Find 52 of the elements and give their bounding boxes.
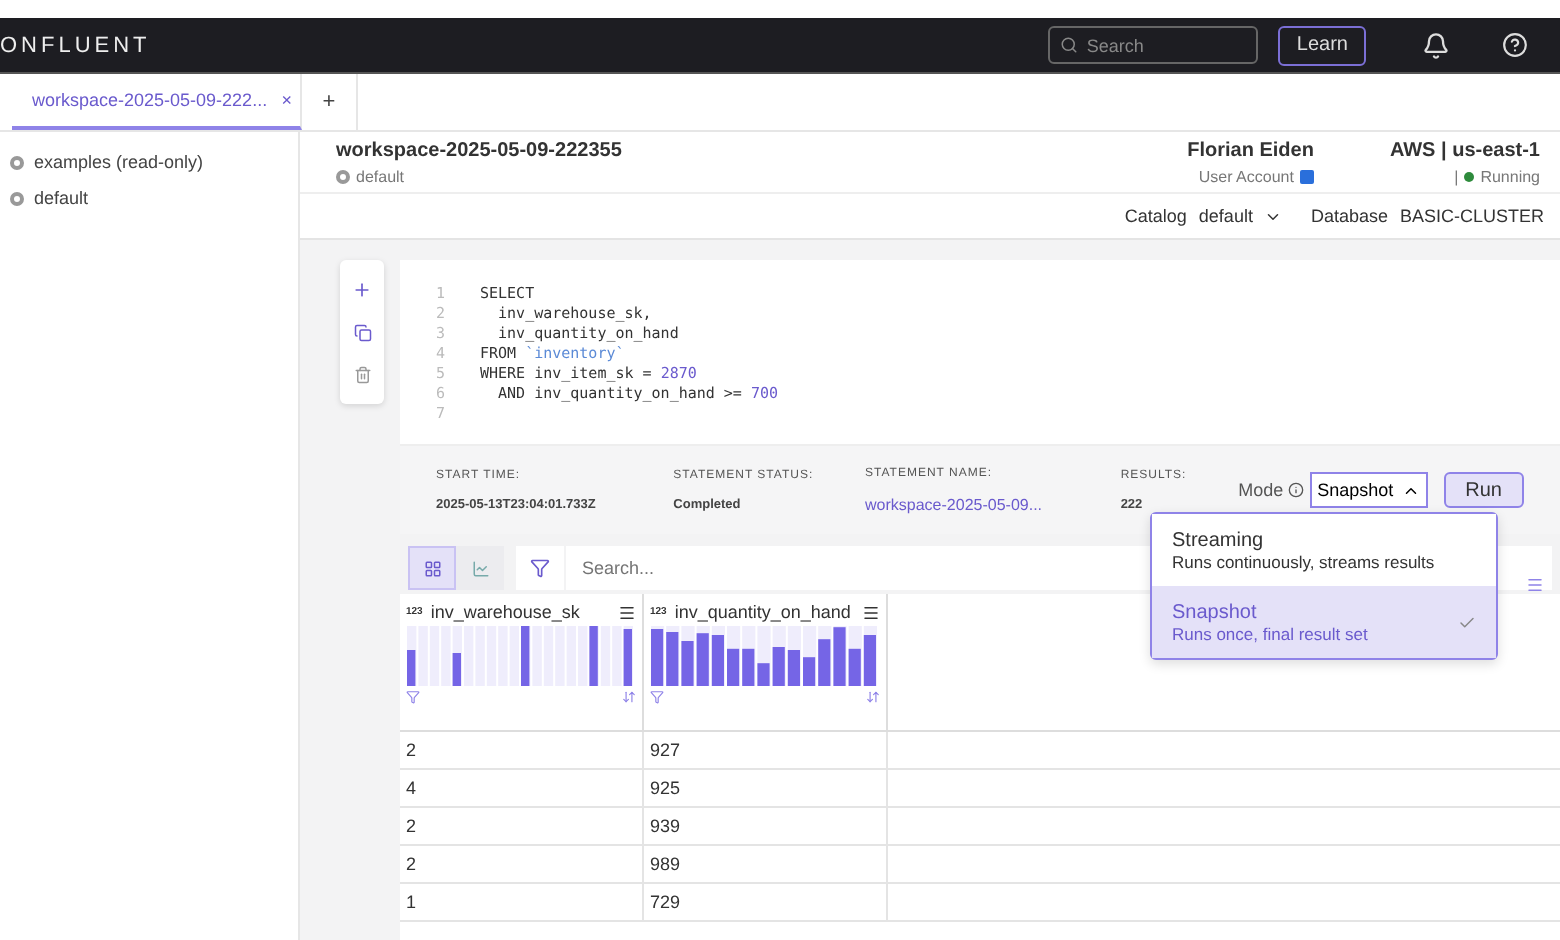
mode-option[interactable]: Streaming Runs continuously, streams results — [1152, 514, 1496, 586]
table-cell: 729 — [644, 884, 888, 920]
sidebar-item[interactable]: default — [10, 188, 288, 208]
region-label: AWS | us-east-1 — [1389, 140, 1540, 162]
table-cell: 2 — [400, 846, 644, 882]
database-label: Database — [1310, 206, 1388, 226]
trash-icon[interactable] — [353, 366, 371, 384]
filter-button[interactable] — [516, 546, 564, 590]
table-cell: 2 — [400, 808, 644, 844]
table-cell: 927 — [644, 732, 888, 768]
search-field[interactable]: Search — [1048, 26, 1259, 64]
catalog-select[interactable]: default — [1198, 206, 1283, 226]
filter-icon[interactable] — [650, 690, 664, 704]
filter-icon — [530, 558, 550, 578]
chart-icon — [471, 559, 489, 577]
search-icon — [1060, 36, 1079, 54]
catalog-label: Catalog — [1124, 206, 1187, 226]
table-view-tab[interactable] — [408, 546, 456, 590]
run-button[interactable]: Run — [1443, 472, 1524, 508]
sidebar-item[interactable]: examples (read-only) — [10, 152, 288, 172]
info-icon[interactable] — [1287, 482, 1304, 498]
logo: ONFLUENT — [0, 33, 151, 57]
database-select[interactable]: BASIC-CLUSTER — [1399, 206, 1544, 226]
bell-icon[interactable] — [1422, 31, 1450, 59]
copy-icon[interactable] — [353, 324, 371, 342]
database-label: default — [336, 168, 405, 186]
new-tab-button[interactable]: + — [302, 74, 358, 130]
account-label: User Account — [1198, 168, 1314, 186]
grid-icon — [423, 559, 441, 577]
mode-select[interactable]: Snapshot — [1309, 472, 1428, 508]
user-name: Florian Eiden — [1187, 140, 1314, 162]
menu-icon[interactable] — [862, 603, 880, 621]
filter-icon[interactable] — [406, 690, 420, 704]
menu-icon[interactable] — [618, 603, 636, 621]
table-cell: 925 — [644, 770, 888, 806]
table-cell: 989 — [644, 846, 888, 882]
sort-icon[interactable] — [622, 690, 636, 704]
mode-label: Mode — [1238, 480, 1304, 500]
add-icon[interactable] — [352, 280, 372, 300]
statement-link[interactable]: workspace-2025-05-09... — [865, 495, 1121, 513]
table-cell: 2 — [400, 732, 644, 768]
help-icon[interactable] — [1502, 32, 1528, 58]
table-cell: 1 — [400, 884, 644, 920]
learn-button[interactable]: Learn — [1278, 25, 1366, 65]
table-cell: 4 — [400, 770, 644, 806]
mode-option[interactable]: Snapshot Runs once, final result set — [1152, 586, 1496, 658]
table-cell: 939 — [644, 808, 888, 844]
status-label: | Running — [1454, 168, 1540, 186]
sort-icon[interactable] — [866, 690, 880, 704]
workspace-title: workspace-2025-05-09-222355 — [336, 140, 622, 162]
check-icon — [1458, 613, 1476, 631]
workspace-tab[interactable]: workspace-2025-05-09-222... × — [12, 74, 302, 130]
